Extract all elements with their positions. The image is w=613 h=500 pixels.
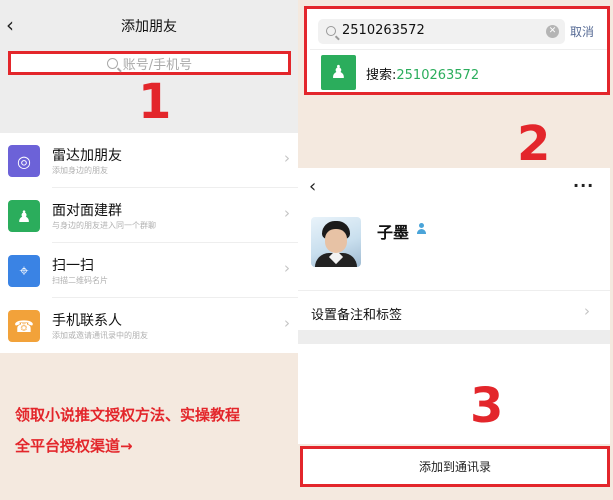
- option-phone-contacts[interactable]: ☎ 手机联系人 添加或邀请通讯录中的朋友 ›: [0, 298, 298, 353]
- divider: [298, 290, 610, 291]
- step-number-1: 1: [138, 74, 172, 130]
- scan-icon: ⌖: [8, 255, 40, 287]
- page-title: 添加朋友: [121, 19, 177, 35]
- add-friend-options-list: ◎ 雷达加朋友 添加身边的朋友 › ♟ 面对面建群 与身边的朋友进入同一个群聊 …: [0, 133, 298, 353]
- option-label: 面对面建群: [52, 203, 122, 219]
- search-icon: [326, 26, 336, 36]
- chevron-right-icon: ›: [584, 302, 590, 320]
- add-contact-icon[interactable]: ♟: [321, 55, 356, 90]
- step-number-3: 3: [470, 378, 504, 434]
- search-placeholder: 账号/手机号: [122, 57, 193, 73]
- search-result-item[interactable]: 搜索:2510263572: [366, 64, 479, 83]
- chevron-right-icon: ›: [284, 149, 290, 167]
- chevron-right-icon: ›: [284, 204, 290, 222]
- option-face-to-face-group[interactable]: ♟ 面对面建群 与身边的朋友进入同一个群聊 ›: [0, 188, 298, 243]
- search-input[interactable]: 2510263572 ✕: [318, 19, 565, 44]
- search-query: 2510263572: [342, 23, 425, 38]
- set-remark-label[interactable]: 设置备注和标签: [311, 304, 402, 323]
- promo-line-2: 全平台授权渠道→: [15, 437, 133, 455]
- radar-icon: ◎: [8, 145, 40, 177]
- option-scan[interactable]: ⌖ 扫一扫 扫描二维码名片 ›: [0, 243, 298, 298]
- option-desc: 扫描二维码名片: [52, 276, 108, 285]
- option-label: 雷达加朋友: [52, 148, 122, 164]
- face-to-face-group-icon: ♟: [8, 200, 40, 232]
- search-input[interactable]: 账号/手机号: [8, 51, 291, 75]
- add-to-contacts-button[interactable]: 添加到通讯录: [300, 446, 610, 487]
- option-desc: 与身边的朋友进入同一个群聊: [52, 221, 156, 230]
- chevron-right-icon: ›: [284, 259, 290, 277]
- more-options-icon[interactable]: ···: [573, 176, 594, 195]
- step-number-2: 2: [517, 116, 551, 172]
- search-result-value: 2510263572: [396, 68, 480, 83]
- option-desc: 添加或邀请通讯录中的朋友: [52, 331, 148, 340]
- search-result-prefix: 搜索:: [366, 68, 397, 83]
- option-radar[interactable]: ◎ 雷达加朋友 添加身边的朋友 ›: [0, 133, 298, 188]
- profile-lower-area: [298, 344, 610, 444]
- option-label: 手机联系人: [52, 313, 122, 329]
- avatar[interactable]: [311, 217, 361, 267]
- cancel-button[interactable]: 取消: [570, 23, 594, 40]
- profile-name: 子墨: [377, 223, 410, 242]
- clear-icon[interactable]: ✕: [546, 25, 559, 38]
- back-arrow-icon[interactable]: ‹: [309, 176, 316, 197]
- option-label: 扫一扫: [52, 258, 94, 274]
- gender-male-icon: [415, 222, 428, 235]
- section-gap: [298, 330, 610, 344]
- promo-line-1: 领取小说推文授权方法、实操教程: [15, 406, 241, 424]
- option-desc: 添加身边的朋友: [52, 166, 108, 175]
- phone-contacts-icon: ☎: [8, 310, 40, 342]
- search-icon: [106, 57, 118, 69]
- divider: [310, 49, 607, 50]
- chevron-right-icon: ›: [284, 314, 290, 332]
- add-to-contacts-label: 添加到通讯录: [418, 460, 491, 474]
